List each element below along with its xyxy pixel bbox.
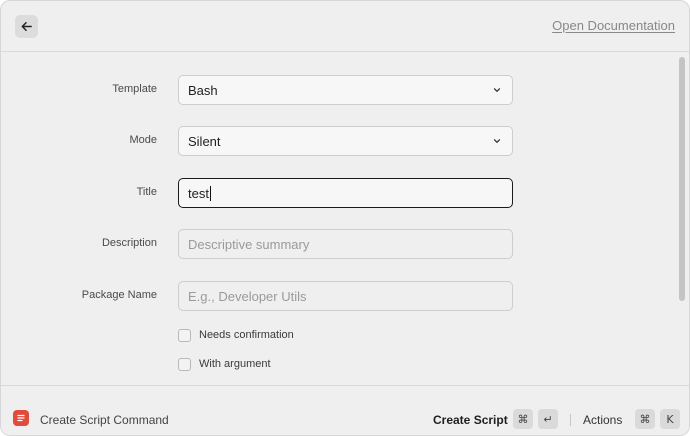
app-title: Create Script Command xyxy=(40,413,169,427)
script-form: Template Bash Mode Silent Title test Des… xyxy=(1,52,689,385)
title-row: Title test xyxy=(1,178,689,208)
divider xyxy=(570,414,571,426)
with-argument-label: With argument xyxy=(199,358,271,370)
script-command-icon xyxy=(13,410,29,426)
description-input[interactable]: Descriptive summary xyxy=(178,229,513,259)
create-script-button[interactable]: Create Script xyxy=(433,413,508,427)
mode-dropdown[interactable]: Silent xyxy=(178,126,513,156)
open-documentation-link[interactable]: Open Documentation xyxy=(552,18,675,33)
checkbox-box[interactable] xyxy=(178,357,191,371)
template-row: Template Bash xyxy=(1,75,689,105)
description-placeholder: Descriptive summary xyxy=(188,236,310,252)
header: Open Documentation xyxy=(1,1,689,52)
title-label: Title xyxy=(136,186,157,198)
script-command-glyph xyxy=(17,414,25,422)
mode-label: Mode xyxy=(129,134,157,146)
back-button[interactable] xyxy=(15,15,38,38)
k-key-icon: K xyxy=(660,409,680,429)
package-name-row: Package Name E.g., Developer Utils xyxy=(1,281,689,311)
scrollbar-thumb[interactable] xyxy=(679,57,685,301)
needs-confirmation-label: Needs confirmation xyxy=(199,329,294,341)
command-key-icon: ⌘ xyxy=(635,409,655,429)
command-key-icon: ⌘ xyxy=(513,409,533,429)
mode-value: Silent xyxy=(188,133,221,149)
needs-confirmation-checkbox[interactable]: Needs confirmation xyxy=(178,327,294,343)
template-label: Template xyxy=(112,83,157,95)
mode-row: Mode Silent xyxy=(1,126,689,156)
package-name-input[interactable]: E.g., Developer Utils xyxy=(178,281,513,311)
package-name-label: Package Name xyxy=(81,289,157,301)
checkbox-box[interactable] xyxy=(178,328,191,342)
description-label: Description xyxy=(101,237,157,249)
chevron-down-icon xyxy=(493,88,501,92)
action-bar: Create Script Command Create Script ⌘ ↵ … xyxy=(1,385,689,435)
chevron-down-icon xyxy=(493,139,501,143)
template-value: Bash xyxy=(188,82,218,98)
with-argument-checkbox[interactable]: With argument xyxy=(178,356,271,372)
actions-button[interactable]: Actions xyxy=(583,413,622,427)
package-name-placeholder: E.g., Developer Utils xyxy=(188,288,307,304)
title-value: test xyxy=(188,185,209,201)
return-key-icon: ↵ xyxy=(538,409,558,429)
template-dropdown[interactable]: Bash xyxy=(178,75,513,105)
window: Open Documentation Template Bash Mode Si… xyxy=(0,0,690,436)
text-caret xyxy=(209,185,211,201)
title-input[interactable]: test xyxy=(178,178,513,208)
description-row: Description Descriptive summary xyxy=(1,229,689,259)
arrow-left-icon xyxy=(21,22,32,31)
